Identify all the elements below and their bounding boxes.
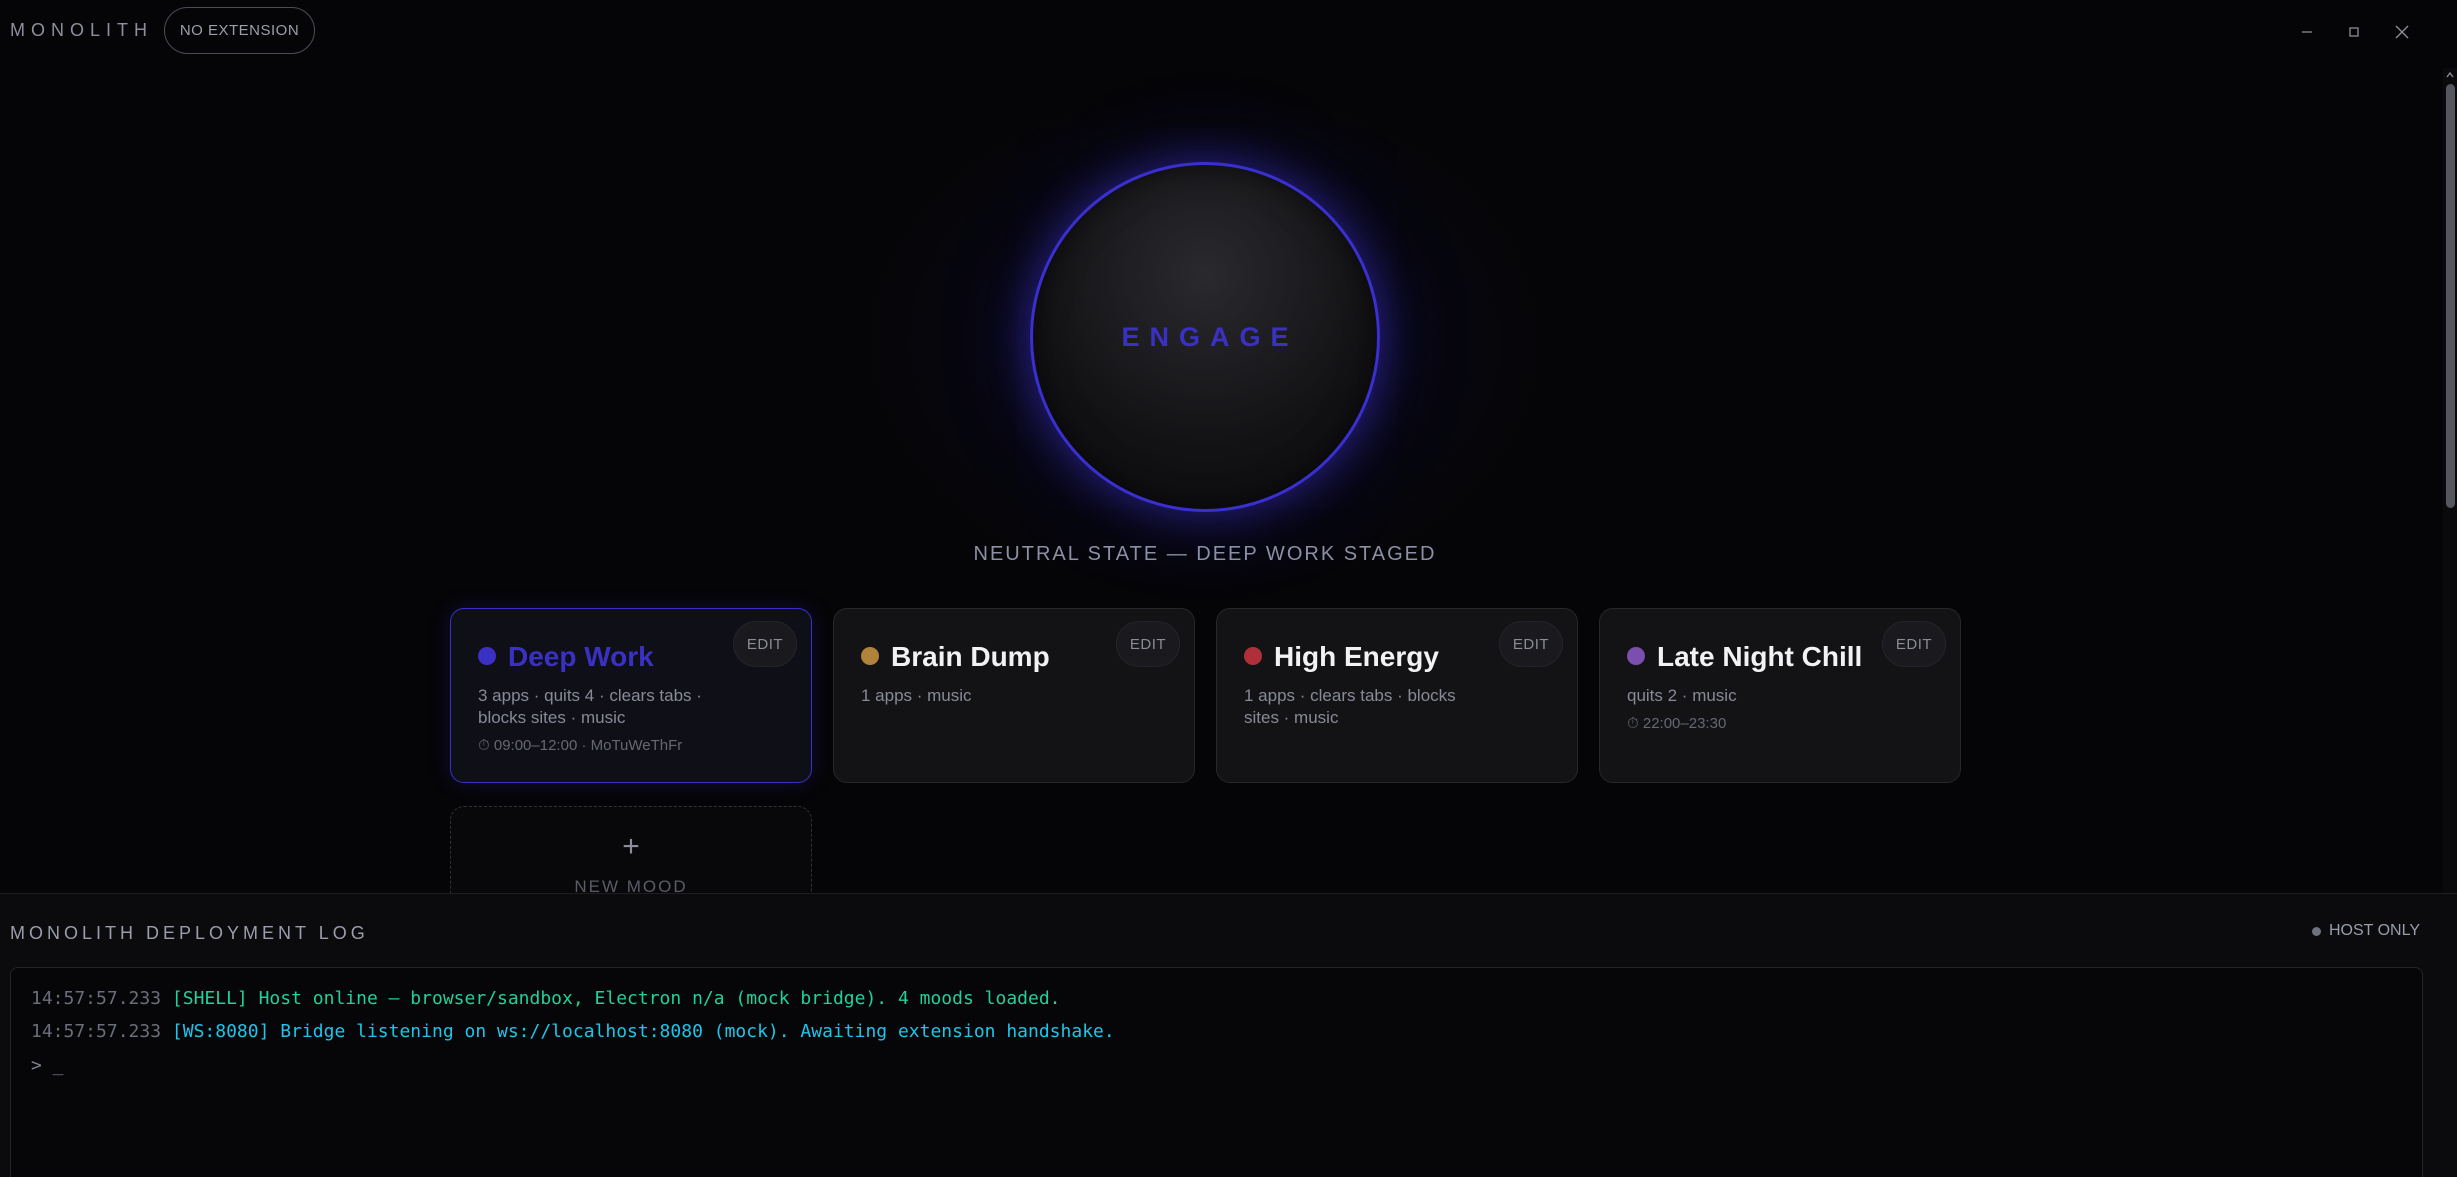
scrollbar-thumb[interactable] (2446, 84, 2455, 508)
host-status: HOST ONLY (2312, 922, 2420, 940)
mood-color-dot (861, 647, 879, 665)
mood-name: Late Night Chill (1657, 641, 1863, 672)
mood-card-late-night-chill[interactable]: Late Night Chill EDIT quits 2 · music ⏱ … (1599, 608, 1961, 783)
mood-summary: quits 2 · music (1627, 686, 1737, 705)
log-line: 14:57:57.233 [WS:8080] Bridge listening … (31, 1021, 1115, 1042)
mood-name: High Energy (1274, 641, 1439, 672)
extension-status-badge: NO EXTENSION (164, 7, 315, 54)
mood-color-dot (478, 647, 496, 665)
host-status-label: HOST ONLY (2329, 922, 2420, 939)
edit-mood-button[interactable]: EDIT (1116, 621, 1180, 667)
status-dot-icon (2312, 926, 2321, 936)
deployment-log-panel: MONOLITH DEPLOYMENT LOG HOST ONLY 14:57:… (0, 893, 2457, 1177)
app-brand: MONOLITH (10, 20, 154, 40)
mood-card-high-energy[interactable]: High Energy EDIT 1 apps · clears tabs · … (1216, 608, 1578, 783)
mood-schedule: ⏱ 09:00–12:00 · MoTuWeThFr (478, 737, 683, 754)
minimize-icon (2302, 31, 2312, 33)
minimize-button[interactable] (2295, 20, 2319, 44)
edit-mood-button[interactable]: EDIT (1882, 621, 1946, 667)
close-button[interactable] (2390, 20, 2414, 44)
log-message: [SHELL] Host online — browser/sandbox, E… (171, 988, 1061, 1009)
mood-card-brain-dump[interactable]: Brain Dump EDIT 1 apps · music (833, 608, 1195, 783)
state-status-text: NEUTRAL STATE — DEEP WORK STAGED (973, 543, 1437, 565)
mood-summary: 1 apps · clears tabs · blocks sites · mu… (1244, 686, 1456, 727)
edit-mood-button[interactable]: EDIT (1499, 621, 1563, 667)
engage-button[interactable]: ENGAGE (1030, 162, 1380, 512)
title-bar: MONOLITH NO EXTENSION (0, 0, 2457, 62)
log-line: 14:57:57.233 [SHELL] Host online — brows… (31, 988, 1061, 1009)
mood-color-dot (1244, 647, 1262, 665)
mood-summary: 1 apps · music (861, 686, 972, 705)
log-timestamp: 14:57:57.233 (31, 1021, 162, 1042)
app-window: MONOLITH NO EXTENSION ENGAGE NEUTRAL STA… (0, 0, 2457, 1177)
scroll-up-icon[interactable] (2445, 70, 2455, 80)
mood-name: Deep Work (508, 641, 654, 672)
log-message: [WS:8080] Bridge listening on ws://local… (171, 1021, 1115, 1042)
maximize-icon (2349, 27, 2359, 37)
mood-summary: 3 apps · quits 4 · clears tabs · blocks … (478, 686, 702, 727)
close-icon (2395, 25, 2409, 39)
log-title: MONOLITH DEPLOYMENT LOG (10, 923, 369, 943)
log-console[interactable]: 14:57:57.233 [SHELL] Host online — brows… (10, 967, 2423, 1177)
engage-label: ENGAGE (1121, 321, 1299, 352)
maximize-button[interactable] (2342, 20, 2366, 44)
command-prompt-input[interactable]: > _ (31, 1055, 64, 1076)
mood-card-deep-work[interactable]: Deep Work EDIT 3 apps · quits 4 · clears… (450, 608, 812, 783)
mood-name: Brain Dump (891, 641, 1050, 672)
log-timestamp: 14:57:57.233 (31, 988, 162, 1009)
edit-mood-button[interactable]: EDIT (733, 621, 797, 667)
plus-icon: + (622, 830, 640, 863)
mood-schedule: ⏱ 22:00–23:30 (1627, 715, 1727, 732)
mood-color-dot (1627, 647, 1645, 665)
